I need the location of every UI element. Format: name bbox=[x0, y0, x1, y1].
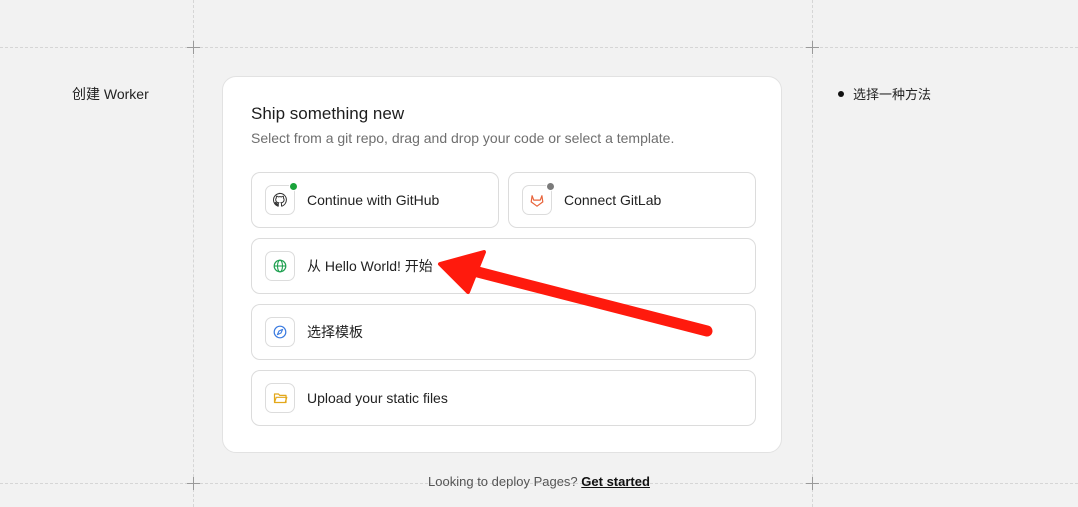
plus-marker-icon bbox=[806, 41, 819, 54]
upload-static-files-button[interactable]: Upload your static files bbox=[251, 370, 756, 426]
compass-icon bbox=[265, 317, 295, 347]
guide-line-top bbox=[0, 47, 1078, 48]
select-template-button[interactable]: 选择模板 bbox=[251, 304, 756, 360]
guide-line-left bbox=[193, 0, 194, 507]
card-title: Ship something new bbox=[251, 104, 405, 123]
start-hello-world-button[interactable]: 从 Hello World! 开始 bbox=[251, 238, 756, 294]
guide-line-right bbox=[812, 0, 813, 507]
step-label: 选择一种方法 bbox=[853, 87, 932, 102]
hello-world-button-label: 从 Hello World! 开始 bbox=[307, 258, 433, 274]
folder-icon bbox=[265, 383, 295, 413]
upload-button-label: Upload your static files bbox=[307, 390, 448, 406]
globe-icon bbox=[265, 251, 295, 281]
disconnected-status-dot bbox=[546, 182, 555, 191]
github-button-label: Continue with GitHub bbox=[307, 192, 440, 208]
step-bullet-icon bbox=[838, 90, 844, 97]
footer: Looking to deploy Pages? Get started bbox=[0, 474, 1078, 489]
connected-status-dot bbox=[289, 182, 298, 191]
ship-something-card: Ship something new Select from a git rep… bbox=[222, 76, 782, 453]
page-section-label: 创建 Worker bbox=[72, 86, 149, 102]
connect-gitlab-button[interactable]: Connect GitLab bbox=[508, 172, 756, 228]
gitlab-icon bbox=[522, 182, 555, 215]
plus-marker-icon bbox=[187, 41, 200, 54]
template-button-label: 选择模板 bbox=[307, 324, 363, 340]
step-indicator: 选择一种方法 bbox=[838, 84, 931, 103]
continue-with-github-button[interactable]: Continue with GitHub bbox=[251, 172, 499, 228]
card-subtitle: Select from a git repo, drag and drop yo… bbox=[251, 130, 675, 146]
github-icon bbox=[265, 182, 298, 215]
gitlab-button-label: Connect GitLab bbox=[564, 192, 662, 208]
get-started-link[interactable]: Get started bbox=[581, 474, 650, 489]
footer-text: Looking to deploy Pages? bbox=[428, 474, 578, 489]
